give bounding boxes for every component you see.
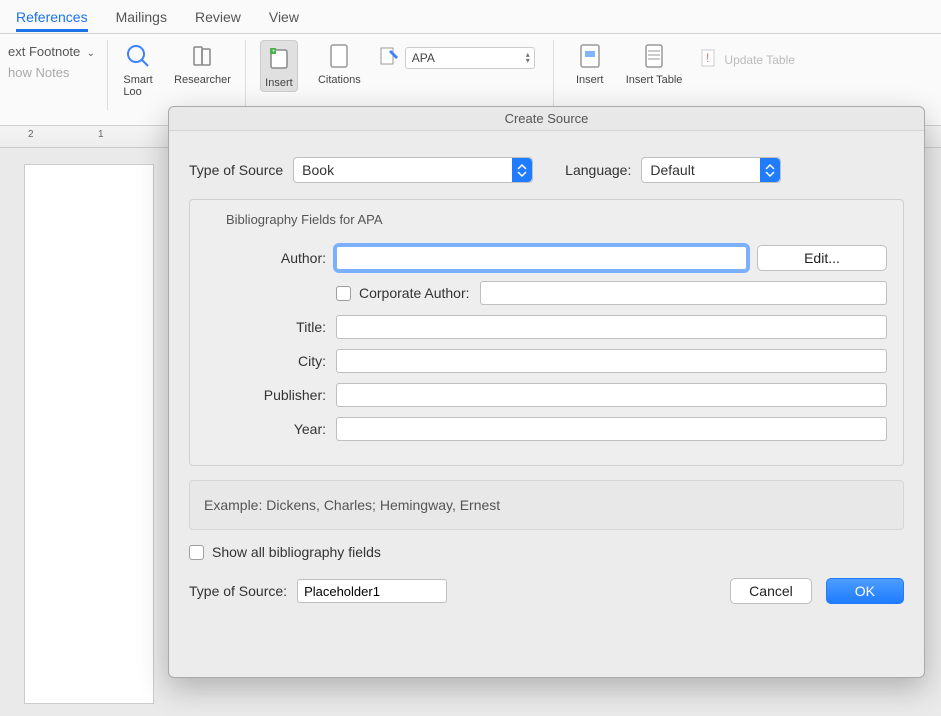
- researcher-button[interactable]: Researcher: [174, 40, 231, 86]
- corporate-author-input[interactable]: [480, 281, 887, 305]
- tab-view[interactable]: View: [269, 9, 299, 25]
- citations-label: Citations: [318, 74, 361, 86]
- placeholder-name-input[interactable]: [297, 579, 447, 603]
- ok-button[interactable]: OK: [826, 578, 904, 604]
- corporate-author-checkbox[interactable]: [336, 286, 351, 301]
- update-table-button: ! Update Table: [700, 48, 795, 71]
- dialog-title: Create Source: [169, 107, 924, 131]
- publisher-input[interactable]: [336, 383, 887, 407]
- cancel-button[interactable]: Cancel: [730, 578, 812, 604]
- next-footnote-menu[interactable]: ext Footnote ⌄: [8, 44, 95, 59]
- chevron-updown-icon: [512, 158, 532, 182]
- example-box: Example: Dickens, Charles; Hemingway, Er…: [189, 480, 904, 530]
- year-label: Year:: [206, 421, 326, 437]
- edit-author-button[interactable]: Edit...: [757, 245, 887, 271]
- tab-mailings[interactable]: Mailings: [116, 9, 167, 25]
- bottom-type-label: Type of Source:: [189, 583, 287, 599]
- insert-table-button[interactable]: Insert Table: [626, 40, 683, 86]
- language-select[interactable]: Default: [641, 157, 781, 183]
- smart-lookup-label: Smart Loo: [123, 74, 152, 98]
- insert2-label: Insert: [576, 74, 604, 86]
- bibliography-fields-group: Bibliography Fields for APA Author: Edit…: [189, 199, 904, 466]
- magnifier-icon: [122, 40, 154, 72]
- show-notes-button[interactable]: how Notes: [8, 65, 95, 80]
- toolbar-divider: [245, 40, 246, 110]
- toolbar-divider: [107, 40, 108, 110]
- insert-citation-button[interactable]: + Insert: [260, 40, 298, 92]
- researcher-label: Researcher: [174, 74, 231, 86]
- ruler-tick-2: 2: [28, 129, 34, 140]
- corporate-author-label: Corporate Author:: [359, 285, 470, 301]
- ribbon-tabs: References Mailings Review View: [0, 0, 941, 34]
- tab-review[interactable]: Review: [195, 9, 241, 25]
- author-label: Author:: [206, 250, 326, 266]
- app-window: References Mailings Review View ext Foot…: [0, 0, 941, 716]
- citation-style-value: APA: [412, 51, 435, 65]
- smart-lookup-button[interactable]: Smart Loo: [122, 40, 154, 98]
- insert-table-label: Insert Table: [626, 74, 683, 86]
- next-footnote-label: ext Footnote: [8, 44, 80, 59]
- language-value: Default: [650, 162, 694, 178]
- table-icon: [638, 40, 670, 72]
- update-table-label: Update Table: [724, 53, 795, 67]
- citation-style-select[interactable]: APA ▴▾: [405, 47, 535, 69]
- type-of-source-select[interactable]: Book: [293, 157, 533, 183]
- ruler-tick-1: 1: [98, 129, 104, 140]
- type-of-source-value: Book: [302, 162, 334, 178]
- publisher-label: Publisher:: [206, 387, 326, 403]
- page-icon: [323, 40, 355, 72]
- insert-index-icon: [574, 40, 606, 72]
- city-input[interactable]: [336, 349, 887, 373]
- chevron-down-icon: ⌄: [84, 48, 95, 59]
- insert-label: Insert: [265, 77, 293, 89]
- pencil-page-icon: [379, 46, 401, 69]
- show-notes-label: how Notes: [8, 65, 69, 80]
- tab-references[interactable]: References: [16, 9, 88, 32]
- update-icon: !: [700, 48, 718, 71]
- title-input[interactable]: [336, 315, 887, 339]
- author-input[interactable]: [336, 246, 747, 270]
- city-label: City:: [206, 353, 326, 369]
- chevron-updown-icon: [760, 158, 780, 182]
- show-all-fields-label: Show all bibliography fields: [212, 544, 381, 560]
- toolbar-divider: [553, 40, 554, 110]
- updown-icon: ▴▾: [526, 52, 530, 64]
- example-text: Example: Dickens, Charles; Hemingway, Er…: [204, 497, 500, 513]
- create-source-dialog: Create Source Type of Source Book Langua…: [168, 106, 925, 678]
- books-icon: [187, 40, 219, 72]
- insert-index-button[interactable]: Insert: [574, 40, 606, 86]
- document-page[interactable]: [24, 164, 154, 704]
- svg-text:+: +: [272, 49, 276, 55]
- fields-legend: Bibliography Fields for APA: [206, 208, 887, 235]
- insert-citation-icon: +: [263, 43, 295, 75]
- svg-text:!: !: [706, 51, 709, 65]
- show-all-fields-checkbox[interactable]: [189, 545, 204, 560]
- title-label: Title:: [206, 319, 326, 335]
- year-input[interactable]: [336, 417, 887, 441]
- language-label: Language:: [565, 162, 631, 178]
- citations-button[interactable]: Citations: [318, 40, 361, 86]
- type-of-source-label: Type of Source: [189, 162, 283, 178]
